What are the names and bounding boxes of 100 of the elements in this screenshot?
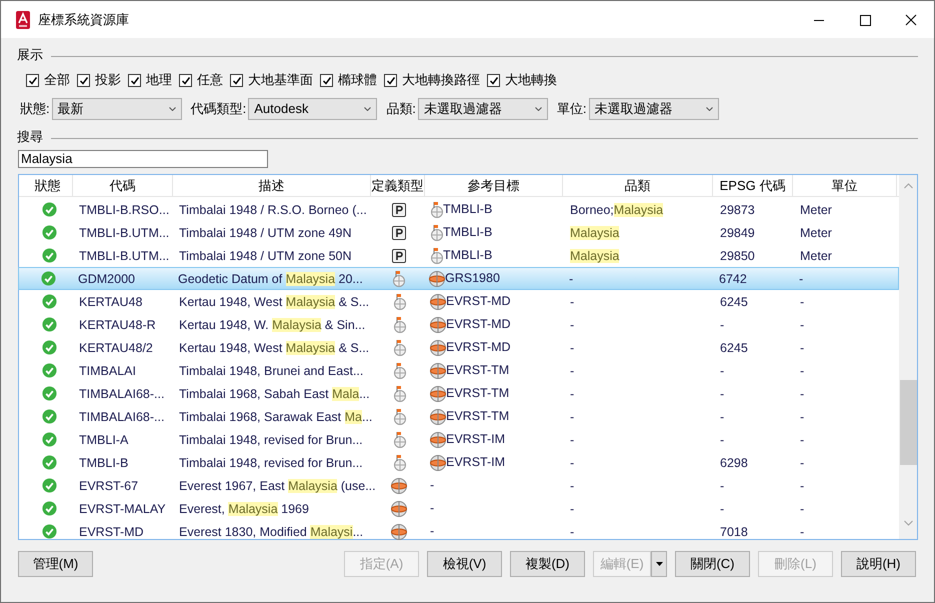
globe-icon	[391, 478, 407, 494]
table-cell: Malaysia	[570, 226, 620, 240]
globe-icon	[430, 340, 446, 356]
globe-flag-icon	[430, 201, 443, 218]
table-cell: 29849	[720, 226, 755, 240]
checkbox[interactable]	[230, 74, 243, 86]
checkbox[interactable]	[26, 74, 39, 86]
table-cell: Timbalai 1968, Sabah East Mala...	[179, 386, 370, 401]
table-cell: Kertau 1948, West Malaysia & S...	[179, 294, 370, 309]
table-cell-text: EVRST-TM	[446, 385, 510, 402]
globe-flag-icon	[392, 339, 406, 356]
column-header[interactable]: 代碼	[73, 175, 173, 197]
table-cell: GDM2000	[78, 272, 135, 286]
column-header[interactable]: 參考目標	[425, 175, 563, 197]
column-header[interactable]: 品類	[563, 175, 713, 197]
table-cell: -	[720, 432, 724, 447]
dialog-button[interactable]: 關閉(C)	[675, 551, 750, 577]
table-cell: -	[570, 318, 574, 332]
selected-row[interactable]: GDM2000 Geodetic Datum of Malaysia 20... GRS1980 - 6742 -	[18, 267, 899, 290]
dropdown[interactable]: 未選取過濾器	[588, 98, 718, 120]
checkbox[interactable]	[320, 74, 333, 86]
checkbox[interactable]	[179, 74, 192, 86]
table-cell: -	[570, 410, 574, 424]
globe-icon	[430, 386, 446, 402]
table-cell: TMBLI-B.UTM...	[79, 248, 170, 263]
table-cell: -	[720, 386, 724, 401]
p-symbol-icon	[392, 226, 406, 240]
check-circle-icon	[42, 432, 56, 447]
table-cell: Timbalai 1968, Sarawak East Ma...	[179, 410, 372, 424]
check-circle-icon	[42, 317, 56, 332]
checkbox-label: 投影	[95, 71, 121, 90]
table-cell: Timbalai 1948, revised for Brun...	[179, 456, 363, 470]
table-cell: TMBLI-B	[79, 456, 128, 470]
table-cell: Meter	[800, 248, 832, 263]
globe-icon	[430, 316, 446, 332]
table-cell-text: TMBLI-B	[443, 247, 492, 264]
table-cell: -	[570, 340, 574, 355]
table-cell: 6245	[720, 294, 748, 309]
column-header[interactable]: 描述	[173, 175, 371, 197]
table-cell-text: EVRST-TM	[446, 408, 510, 426]
checkbox[interactable]	[128, 74, 141, 86]
dialog-button[interactable]: 說明(H)	[841, 551, 916, 577]
dropdown[interactable]: Autodesk	[248, 98, 378, 120]
checkbox-label: 地理	[146, 71, 172, 90]
table-cell: 29873	[720, 202, 755, 217]
column-header[interactable]: 狀態	[23, 175, 73, 197]
dropdown-arrow-button[interactable]	[651, 551, 667, 577]
dropdown[interactable]: 最新	[52, 98, 182, 120]
column-header[interactable]: 單位	[793, 175, 897, 197]
table-cell: 6245	[720, 340, 748, 355]
table-cell: -	[569, 272, 574, 286]
column-header[interactable]: EPSG 代碼	[713, 175, 793, 197]
table-cell: -	[570, 502, 574, 516]
chevron-down-icon	[706, 107, 712, 111]
table-cell: EVRST-MD	[79, 524, 144, 539]
table-cell: Kertau 1948, West Malaysia & S...	[179, 340, 370, 355]
table-cell: -	[720, 410, 724, 424]
dropdown[interactable]: 未選取過濾器	[418, 98, 548, 120]
table-cell: -	[570, 524, 574, 539]
table-cell: -	[720, 318, 724, 332]
chevron-down-icon	[168, 107, 176, 111]
table-cell: TMBLI-A	[79, 432, 128, 447]
dropdown-label: 單位:	[556, 100, 586, 118]
caret-icon	[656, 562, 662, 566]
table-cell: Timbalai 1948 / UTM zone 49N	[179, 226, 352, 240]
checkbox[interactable]	[384, 74, 397, 86]
dialog-button[interactable]: 檢視(V)	[427, 551, 502, 577]
table-cell: Timbalai 1948 / UTM zone 50N	[179, 248, 352, 263]
manage-button[interactable]: 管理(M)	[18, 551, 93, 577]
table-cell: TIMBALAI	[79, 364, 136, 378]
check-circle-icon	[42, 386, 56, 401]
table-cell: Timbalai 1948, Brunei and East...	[179, 364, 364, 378]
table-cell: EVRST-MALAY	[79, 502, 166, 516]
table-cell: 6742	[719, 272, 747, 286]
table-cell: -	[720, 502, 724, 516]
table-cell: -	[720, 364, 724, 378]
globe-flag-icon	[392, 316, 406, 333]
scrollbar[interactable]	[899, 175, 917, 539]
search-field[interactable]: Malaysia	[18, 150, 268, 168]
table-cell: -	[800, 432, 804, 447]
checkbox[interactable]	[77, 74, 90, 86]
table-cell: Meter	[800, 202, 832, 217]
dialog-button[interactable]: 複製(D)	[510, 551, 585, 577]
table-cell: -	[800, 364, 804, 378]
table-cell: 7018	[720, 524, 748, 539]
table-cell: Geodetic Datum of Malaysia 20...	[178, 272, 363, 286]
chevron-down-icon	[364, 107, 372, 111]
dropdown-label: 狀態:	[20, 100, 50, 118]
scroll-thumb[interactable]	[900, 380, 916, 465]
table-cell: -	[570, 478, 574, 493]
check-icon	[232, 76, 242, 84]
table-cell: -	[800, 386, 804, 401]
column-header[interactable]: 定義類型	[371, 175, 425, 197]
globe-flag-icon	[430, 224, 443, 241]
check-circle-icon	[42, 455, 56, 470]
globe-flag-icon	[392, 293, 406, 310]
checkbox[interactable]	[487, 74, 500, 86]
table-cell: Timbalai 1948 / R.S.O. Borneo (...	[179, 202, 367, 217]
check-icon	[28, 76, 38, 84]
table-cell: -	[800, 478, 804, 493]
